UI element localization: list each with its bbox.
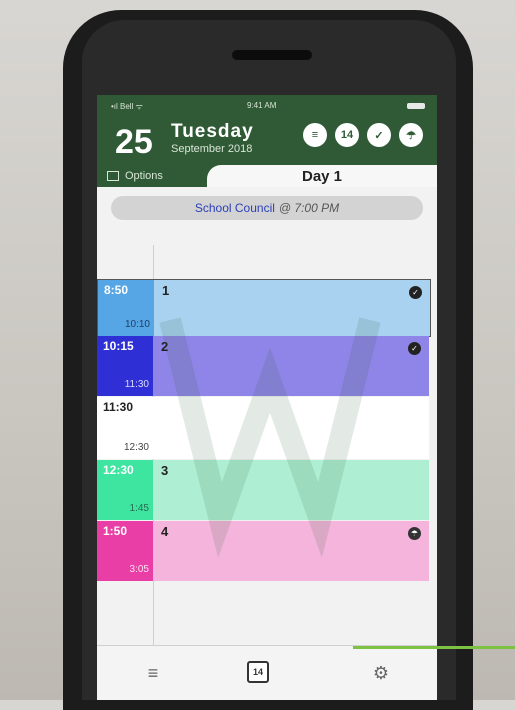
options-label: Options bbox=[125, 170, 163, 182]
end-time: 10:10 bbox=[124, 319, 150, 330]
period-row-1[interactable]: 8:50 10:10 1 ✓ bbox=[97, 279, 431, 337]
period-label: 3 bbox=[161, 463, 169, 478]
period-row-3[interactable]: 11:30 12:30 bbox=[97, 397, 429, 459]
day-title: Day 1 bbox=[207, 165, 437, 187]
calendar-tab-icon[interactable]: 14 bbox=[247, 661, 269, 683]
clock-status: 9:41 AM bbox=[247, 101, 277, 110]
calendar-icon-day: 14 bbox=[340, 129, 354, 141]
menu-icon[interactable]: ≡ bbox=[141, 661, 165, 685]
period-label: 2 bbox=[161, 339, 169, 354]
app-screen: •ıl Bell ᯤ 9:41 AM 25 Tuesday September … bbox=[97, 95, 437, 700]
period-row-2[interactable]: 10:15 11:30 2 ✓ bbox=[97, 336, 429, 396]
month-year-label: September 2018 bbox=[171, 143, 253, 155]
time-block: 12:30 1:45 bbox=[97, 460, 153, 520]
green-accent-line bbox=[353, 646, 515, 649]
end-time: 1:45 bbox=[129, 503, 149, 514]
battery-icon bbox=[407, 103, 425, 109]
end-time: 12:30 bbox=[123, 442, 149, 453]
date-number: 25 bbox=[115, 123, 153, 161]
start-time: 11:30 bbox=[103, 400, 134, 414]
carrier-status: •ıl Bell ᯤ bbox=[111, 102, 143, 111]
time-block: 8:50 10:10 bbox=[98, 280, 154, 336]
check-icon[interactable]: ✓ bbox=[367, 123, 391, 147]
settings-icon[interactable]: ⚙ bbox=[369, 661, 393, 685]
weekday-label: Tuesday bbox=[171, 121, 254, 142]
options-button[interactable]: Options bbox=[97, 165, 207, 187]
list-icon[interactable]: ≡ bbox=[303, 123, 327, 147]
umbrella-icon[interactable]: ☂ bbox=[399, 123, 423, 147]
start-time: 1:50 bbox=[103, 524, 128, 538]
time-block: 11:30 12:30 bbox=[97, 397, 153, 459]
time-block: 1:50 3:05 bbox=[97, 521, 153, 581]
end-time: 11:30 bbox=[124, 379, 149, 390]
event-time: @ 7:00 PM bbox=[278, 201, 340, 215]
check-icon[interactable]: ✓ bbox=[408, 342, 421, 355]
bottom-tab-bar: ≡ 14 ⚙ bbox=[97, 645, 437, 700]
umbrella-icon[interactable]: ☂ bbox=[408, 527, 421, 540]
start-time: 8:50 bbox=[104, 283, 129, 297]
start-time: 12:30 bbox=[103, 463, 134, 477]
check-icon[interactable]: ✓ bbox=[409, 286, 422, 299]
period-label: 4 bbox=[161, 524, 169, 539]
end-time: 3:05 bbox=[129, 564, 149, 575]
period-row-5[interactable]: 1:50 3:05 4 ☂ bbox=[97, 521, 429, 581]
time-block: 10:15 11:30 bbox=[97, 336, 153, 396]
calendar-icon[interactable]: 14 bbox=[335, 123, 359, 147]
period-row-4[interactable]: 12:30 1:45 3 bbox=[97, 460, 429, 520]
grid-icon bbox=[107, 171, 119, 181]
period-label: 1 bbox=[162, 283, 170, 298]
calendar-tab-day: 14 bbox=[252, 667, 263, 677]
earpiece-speaker bbox=[232, 50, 312, 60]
event-title: School Council bbox=[194, 201, 275, 215]
app-header: •ıl Bell ᯤ 9:41 AM 25 Tuesday September … bbox=[97, 95, 437, 187]
start-time: 10:15 bbox=[103, 339, 134, 353]
event-banner[interactable]: School Council @ 7:00 PM bbox=[111, 196, 423, 220]
